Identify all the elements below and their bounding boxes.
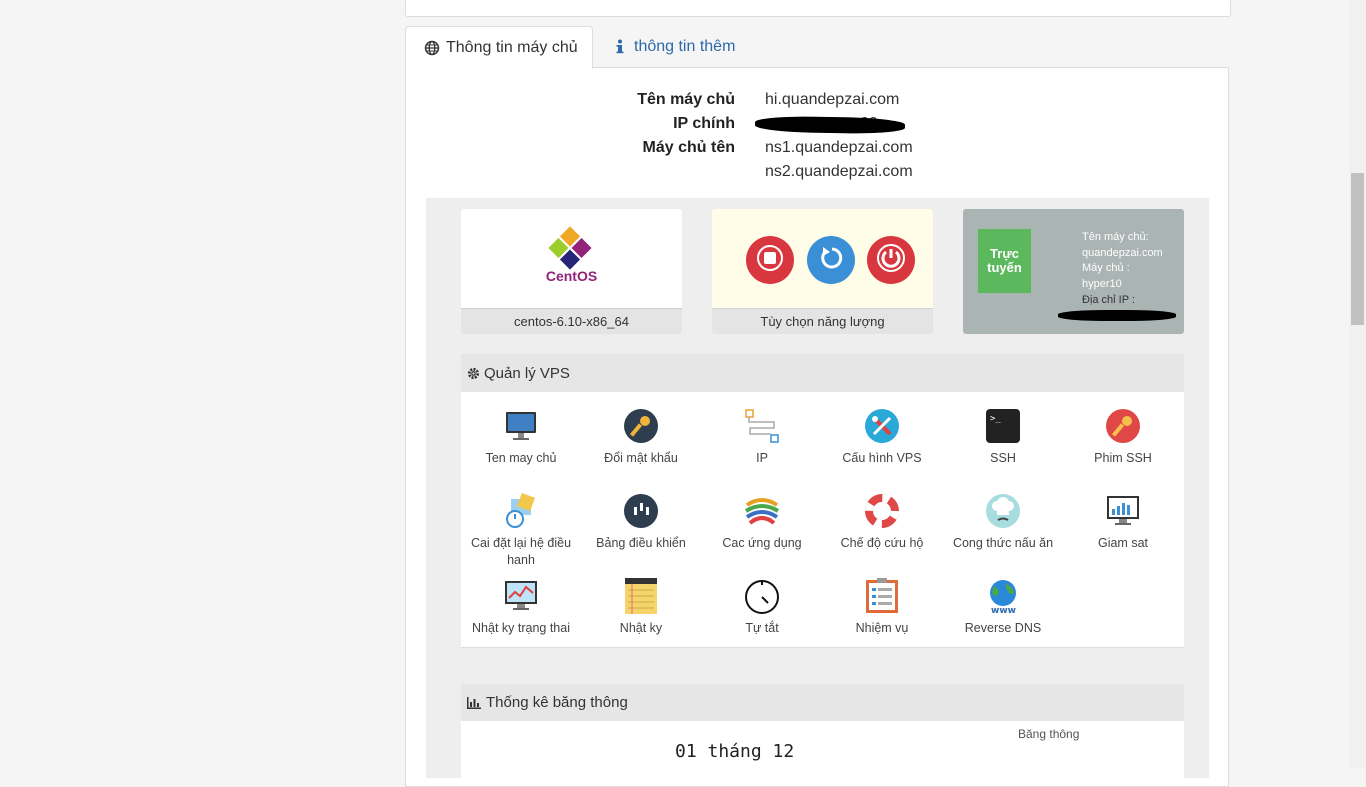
restart-button[interactable] xyxy=(807,236,855,284)
ip-tool[interactable]: IP xyxy=(702,408,822,467)
tab-more-info[interactable]: thông tin thêm xyxy=(606,26,756,68)
ssh-key-tool[interactable]: Phim SSH xyxy=(1063,408,1183,467)
server-info-line: Tên máy chủ: xyxy=(1082,231,1149,243)
ssh-tool[interactable]: >_ SSH xyxy=(943,408,1063,467)
bandwidth-chart: 01 tháng 12 Băng thông xyxy=(461,721,1184,781)
bandwidth-title: Thống kê băng thông xyxy=(486,694,628,711)
top-card xyxy=(405,0,1231,17)
gear-icon xyxy=(467,367,480,380)
chart-date-label: 01 tháng 12 xyxy=(675,741,795,762)
scrollbar-thumb[interactable] xyxy=(1351,173,1364,325)
nameserver-label: Máy chủ tên xyxy=(642,139,735,156)
recipes-tool[interactable]: Cong thức nấu ăn xyxy=(943,493,1063,552)
os-label: centos-6.10-x86_64 xyxy=(461,308,682,334)
bar-chart-icon xyxy=(467,696,481,709)
status-log-icon xyxy=(503,578,539,614)
centos-logo-text: CentOS xyxy=(545,268,598,284)
tab-label: Thông tin máy chủ xyxy=(446,39,578,56)
server-info-line: Máy chủ : xyxy=(1082,262,1130,274)
power-icon xyxy=(876,243,906,278)
log-tool[interactable]: Nhật ky xyxy=(581,578,701,637)
rescue-mode-tool[interactable]: Chế độ cứu hộ xyxy=(822,493,942,552)
lifebuoy-icon xyxy=(864,493,900,529)
monitor-icon xyxy=(503,408,539,444)
vps-management-title: Quản lý VPS xyxy=(484,364,570,382)
server-info-line: quandepzai.com xyxy=(1082,247,1163,259)
control-panel-icon xyxy=(623,493,659,529)
scrollbar-track[interactable] xyxy=(1349,0,1366,768)
restart-icon xyxy=(817,244,845,277)
stop-button[interactable] xyxy=(746,236,794,284)
hostname-tool[interactable]: Ten may chủ xyxy=(461,408,581,467)
chart-legend: Băng thông xyxy=(1018,727,1080,741)
reinstall-os-tool[interactable]: Cai đặt lại hệ điều hanh xyxy=(461,493,581,569)
tasks-tool[interactable]: Nhiệm vụ xyxy=(822,578,942,637)
info-icon xyxy=(616,39,624,55)
power-off-button[interactable] xyxy=(867,236,915,284)
hostname-value: hi.quandepzai.com xyxy=(765,91,900,108)
tools-icon xyxy=(864,408,900,444)
apps-icon xyxy=(744,493,780,529)
globe-icon xyxy=(424,40,440,56)
power-options-label: Tùy chọn năng lượng xyxy=(712,308,933,334)
task-list-icon xyxy=(864,578,900,614)
ip-redaction xyxy=(1058,310,1176,321)
notepad-icon xyxy=(623,578,659,614)
status-log-tool[interactable]: Nhật ky trạng thai xyxy=(461,578,581,637)
applications-tool[interactable]: Cac ứng dụng xyxy=(702,493,822,552)
network-icon xyxy=(744,408,780,444)
control-panel-tool[interactable]: Bảng điều khiển xyxy=(581,493,701,552)
server-info-line: hyper10 xyxy=(1082,278,1122,290)
monitoring-icon xyxy=(1105,493,1141,529)
globe-www-icon: www xyxy=(985,578,1021,616)
reinstall-icon xyxy=(503,493,539,529)
chef-icon xyxy=(985,493,1021,529)
timer-icon xyxy=(744,578,780,614)
monitoring-tool[interactable]: Giam sat xyxy=(1063,493,1183,552)
vps-config-tool[interactable]: Cấu hình VPS xyxy=(822,408,942,467)
tab-server-info[interactable]: Thông tin máy chủ xyxy=(405,26,593,69)
nameserver-1: ns1.quandepzai.com xyxy=(765,139,913,156)
reverse-dns-tool[interactable]: www Reverse DNS xyxy=(943,578,1063,637)
nameserver-2: ns2.quandepzai.com xyxy=(765,163,913,180)
bandwidth-header: Thống kê băng thông xyxy=(461,684,1184,721)
auto-shutdown-tool[interactable]: Tự tắt xyxy=(702,578,822,637)
svg-text:>_: >_ xyxy=(990,414,1001,424)
server-info-line: Địa chỉ IP : xyxy=(1082,294,1135,306)
ip-label: IP chính xyxy=(673,115,735,132)
ssh-key-icon xyxy=(1105,408,1141,444)
vps-management-header: Quản lý VPS xyxy=(461,354,1184,392)
key-icon xyxy=(623,408,659,444)
os-card: CentOS centos-6.10-x86_64 xyxy=(461,209,682,334)
change-password-tool[interactable]: Đổi mật khẩu xyxy=(581,408,701,467)
svg-text:www: www xyxy=(991,606,1016,614)
tab-label: thông tin thêm xyxy=(634,38,736,55)
terminal-icon: >_ xyxy=(985,408,1021,444)
stop-icon xyxy=(757,244,783,276)
hostname-label: Tên máy chủ xyxy=(637,91,735,108)
online-status-badge: Trực tuyến xyxy=(978,229,1031,293)
